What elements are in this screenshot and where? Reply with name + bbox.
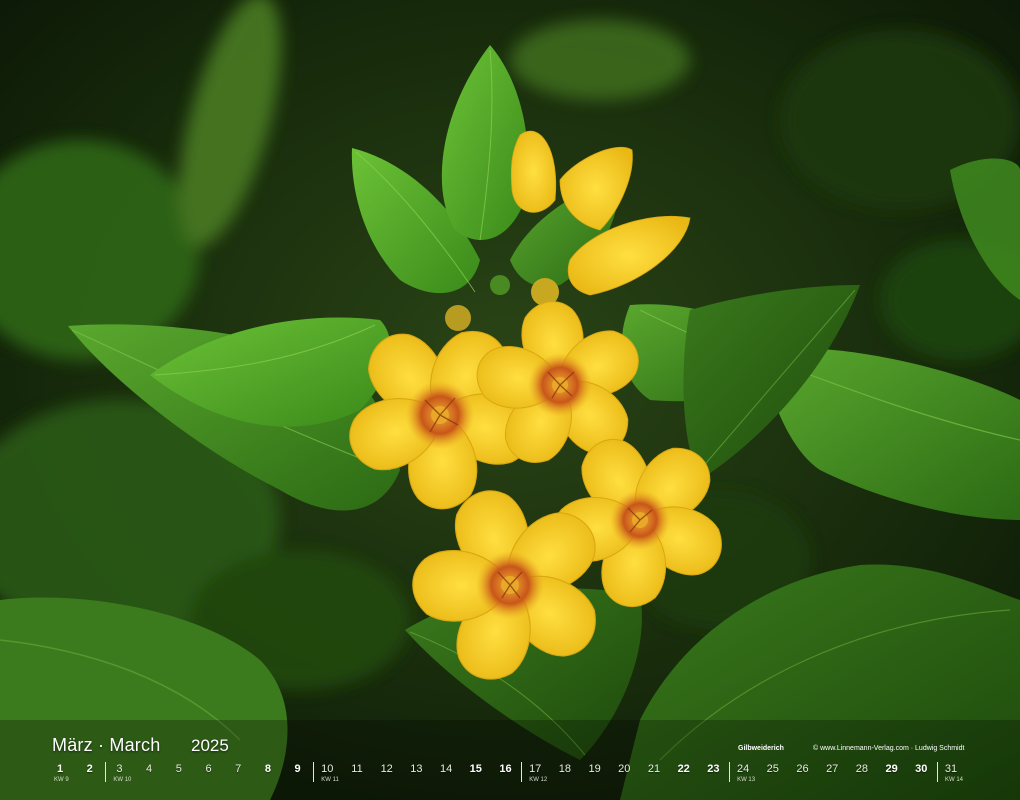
calendar-page: März · March 2025 Gilbweiderich © www.Li… — [0, 0, 1020, 800]
flower-photo — [0, 0, 1020, 800]
